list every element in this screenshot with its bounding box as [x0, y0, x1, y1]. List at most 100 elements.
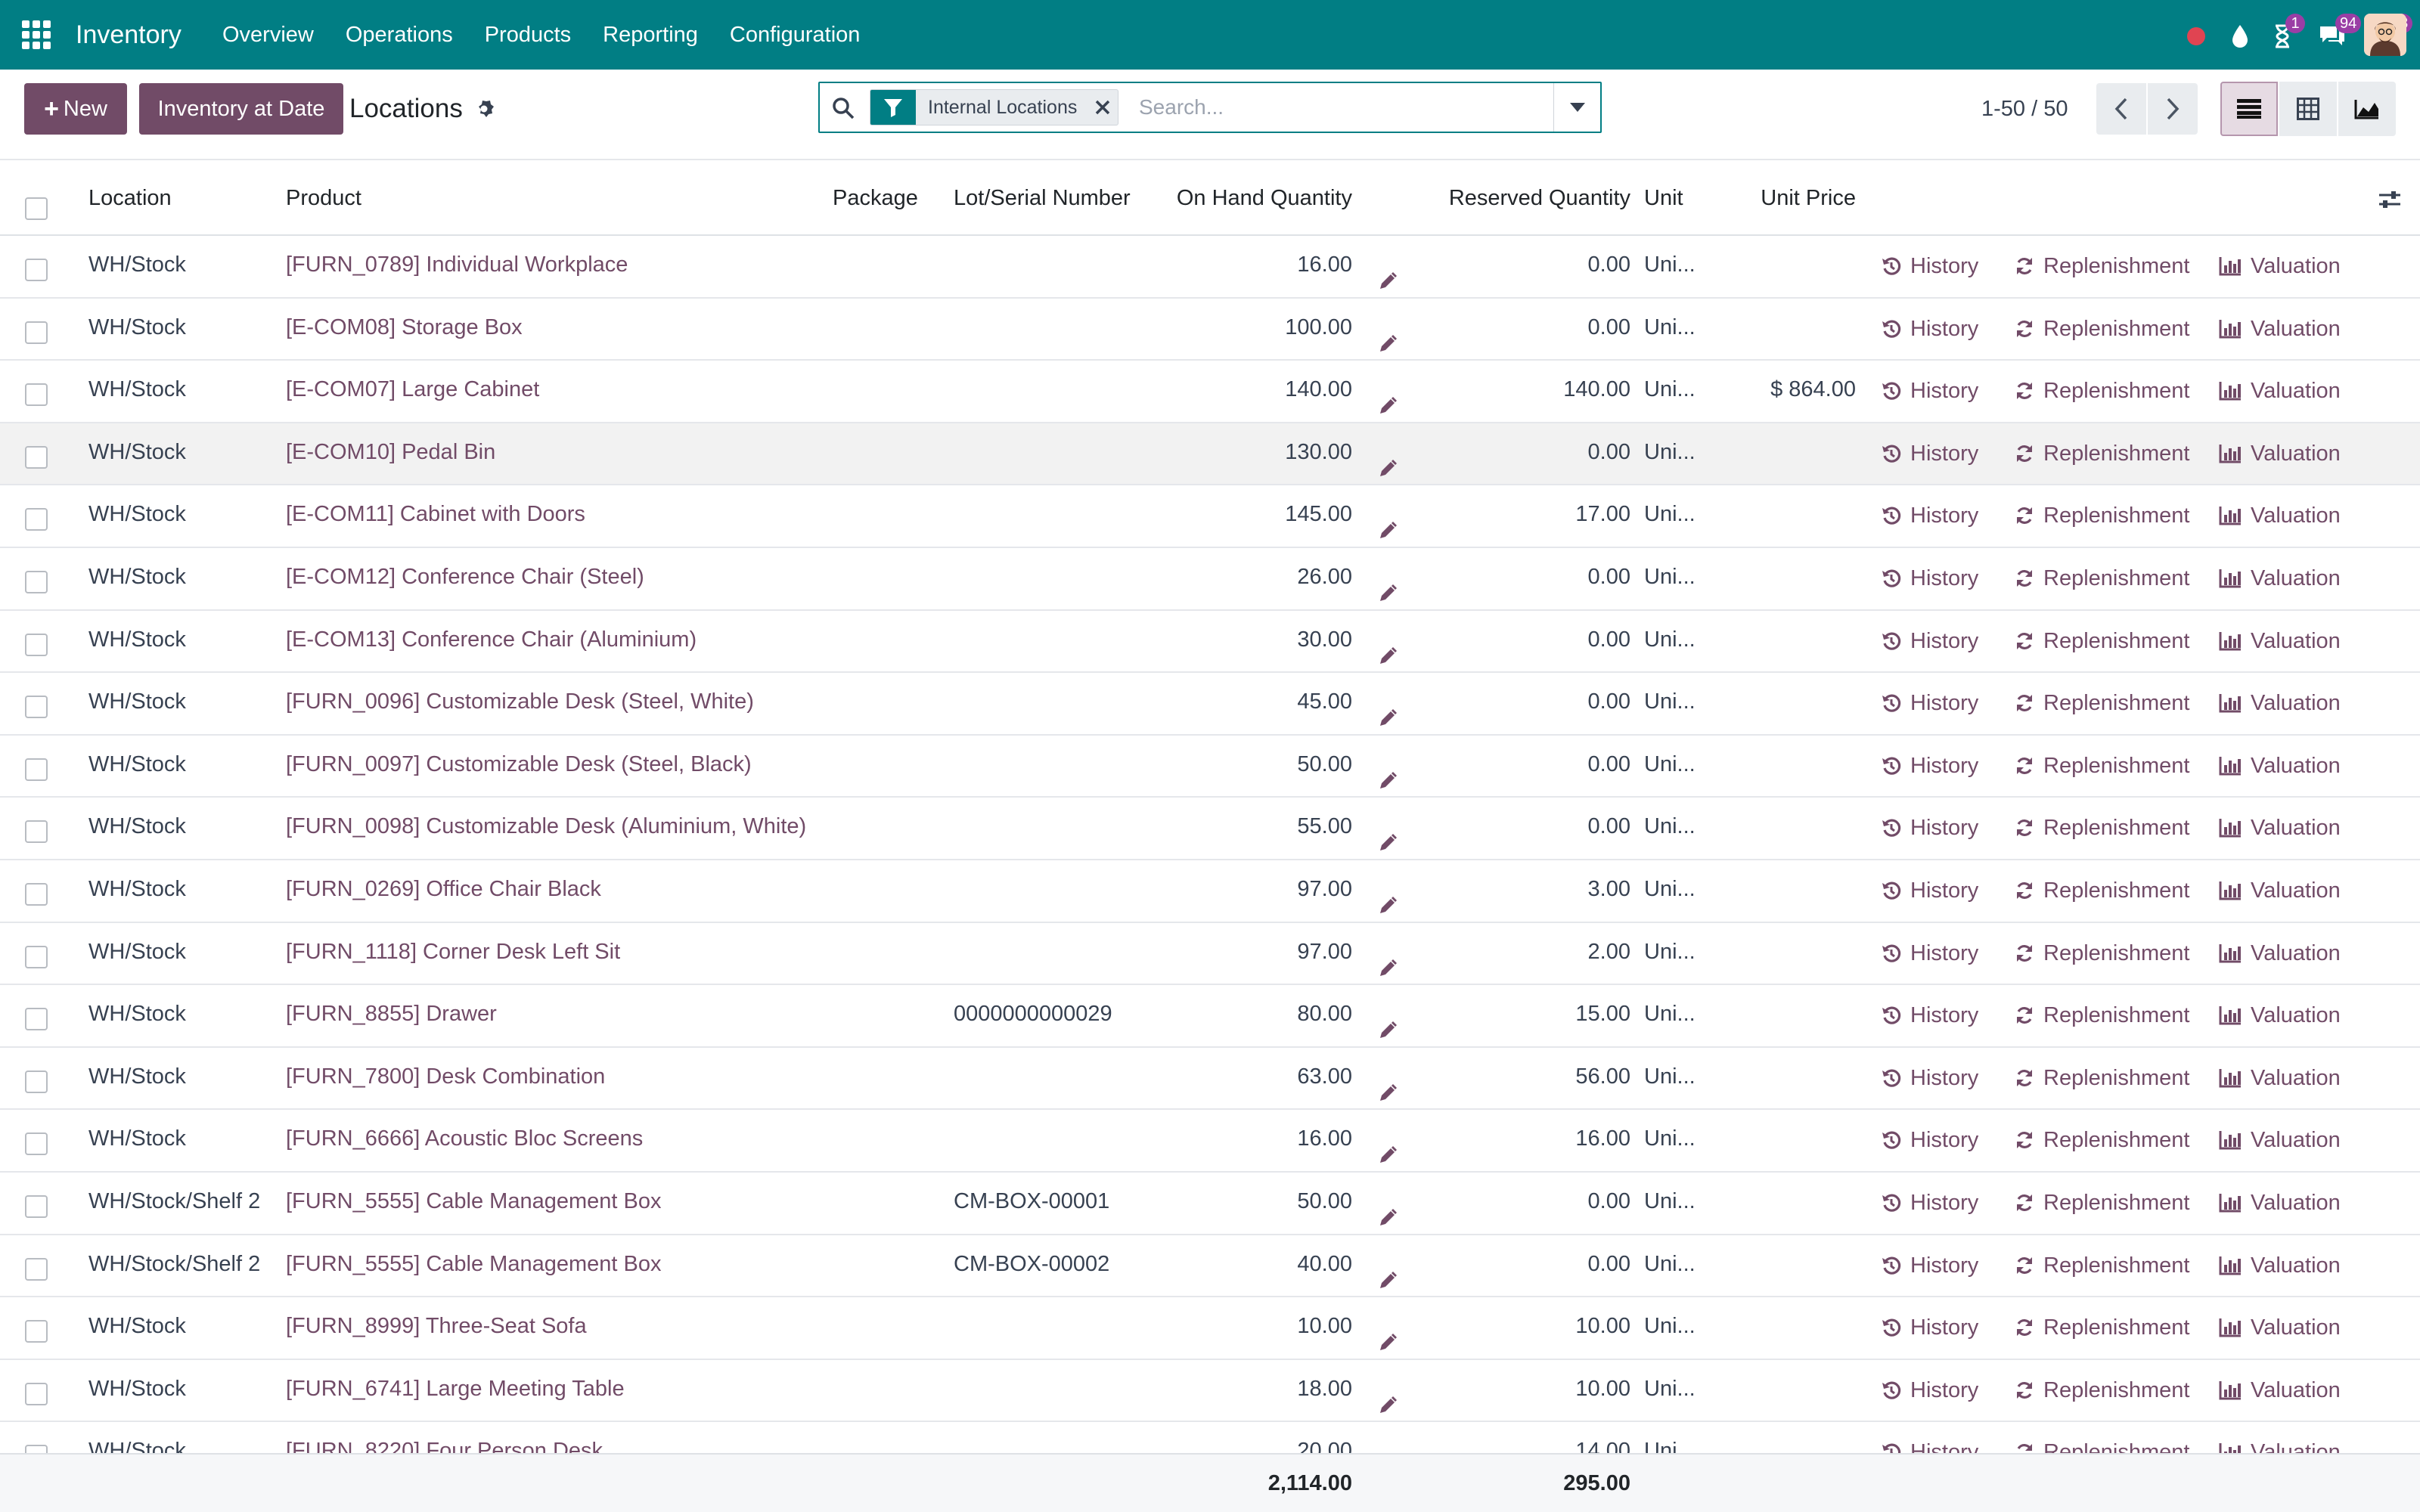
- row-checkbox[interactable]: [25, 758, 48, 781]
- replenishment-button[interactable]: Replenishment: [2015, 1422, 2189, 1453]
- recording-icon[interactable]: [2181, 21, 2211, 51]
- replenishment-button[interactable]: Replenishment: [2015, 423, 2189, 484]
- replenishment-button[interactable]: Replenishment: [2015, 548, 2189, 609]
- pivot-view-button[interactable]: [2279, 82, 2337, 136]
- row-checkbox[interactable]: [25, 696, 48, 719]
- table-row[interactable]: WH/Stock/Shelf 2 [FURN_5555] Cable Manag…: [0, 1235, 2420, 1298]
- column-header-unit-price[interactable]: Unit Price: [1761, 172, 1856, 224]
- history-button[interactable]: History: [1882, 1048, 1978, 1108]
- menu-item-overview[interactable]: Overview: [222, 17, 314, 53]
- cell-on-hand[interactable]: 50.00: [1297, 736, 1352, 793]
- history-button[interactable]: History: [1882, 860, 1978, 921]
- cell-on-hand[interactable]: 145.00: [1285, 485, 1352, 543]
- valuation-button[interactable]: Valuation: [2219, 798, 2341, 858]
- history-button[interactable]: History: [1882, 1173, 1978, 1233]
- valuation-button[interactable]: Valuation: [2219, 548, 2341, 609]
- cell-on-hand[interactable]: 40.00: [1297, 1235, 1352, 1293]
- table-row[interactable]: WH/Stock [FURN_7800] Desk Combination 63…: [0, 1048, 2420, 1111]
- cell-on-hand[interactable]: 30.00: [1297, 611, 1352, 668]
- cell-on-hand[interactable]: 16.00: [1297, 1110, 1352, 1167]
- table-row[interactable]: WH/Stock [FURN_0097] Customizable Desk (…: [0, 736, 2420, 798]
- cell-on-hand[interactable]: 20.00: [1297, 1422, 1352, 1453]
- cell-on-hand[interactable]: 18.00: [1297, 1360, 1352, 1418]
- row-checkbox[interactable]: [25, 820, 48, 844]
- row-checkbox[interactable]: [25, 1320, 48, 1343]
- valuation-button[interactable]: Valuation: [2219, 673, 2341, 733]
- apps-menu-icon[interactable]: [21, 20, 51, 50]
- history-button[interactable]: History: [1882, 299, 1978, 359]
- column-header-reserved[interactable]: Reserved Quantity: [1449, 172, 1630, 224]
- pager-value[interactable]: 1-50 / 50: [1981, 89, 2068, 129]
- valuation-button[interactable]: Valuation: [2219, 1422, 2341, 1453]
- cell-on-hand[interactable]: 63.00: [1297, 1048, 1352, 1105]
- row-checkbox[interactable]: [25, 883, 48, 906]
- cell-product[interactable]: [E-COM11] Cabinet with Doors: [286, 485, 585, 543]
- row-checkbox[interactable]: [25, 945, 48, 968]
- valuation-button[interactable]: Valuation: [2219, 1235, 2341, 1296]
- row-checkbox[interactable]: [25, 259, 48, 281]
- replenishment-button[interactable]: Replenishment: [2015, 1297, 2189, 1358]
- table-row[interactable]: WH/Stock [FURN_8220] Four Person Desk 20…: [0, 1422, 2420, 1453]
- history-button[interactable]: History: [1882, 798, 1978, 858]
- replenishment-button[interactable]: Replenishment: [2015, 1173, 2189, 1233]
- cell-on-hand[interactable]: 80.00: [1297, 985, 1352, 1043]
- gear-icon[interactable]: [473, 98, 495, 119]
- valuation-button[interactable]: Valuation: [2219, 985, 2341, 1046]
- row-checkbox[interactable]: [25, 1445, 48, 1453]
- history-button[interactable]: History: [1882, 923, 1978, 984]
- row-checkbox[interactable]: [25, 633, 48, 656]
- valuation-button[interactable]: Valuation: [2219, 236, 2341, 296]
- cell-on-hand[interactable]: 97.00: [1297, 860, 1352, 918]
- history-button[interactable]: History: [1882, 485, 1978, 546]
- column-header-on-hand[interactable]: On Hand Quantity: [1177, 172, 1352, 224]
- cell-on-hand[interactable]: 10.00: [1297, 1297, 1352, 1355]
- history-button[interactable]: History: [1882, 673, 1978, 733]
- cell-product[interactable]: [FURN_0096] Customizable Desk (Steel, Wh…: [286, 673, 754, 730]
- replenishment-button[interactable]: Replenishment: [2015, 1048, 2189, 1108]
- cell-product[interactable]: [FURN_8855] Drawer: [286, 985, 497, 1043]
- cell-product[interactable]: [FURN_6666] Acoustic Bloc Screens: [286, 1110, 643, 1167]
- history-button[interactable]: History: [1882, 423, 1978, 484]
- valuation-button[interactable]: Valuation: [2219, 923, 2341, 984]
- history-button[interactable]: History: [1882, 611, 1978, 671]
- history-button[interactable]: History: [1882, 236, 1978, 296]
- row-checkbox[interactable]: [25, 1070, 48, 1093]
- cell-product[interactable]: [E-COM13] Conference Chair (Aluminium): [286, 611, 697, 668]
- row-checkbox[interactable]: [25, 571, 48, 593]
- history-button[interactable]: History: [1882, 1360, 1978, 1421]
- valuation-button[interactable]: Valuation: [2219, 1048, 2341, 1108]
- cell-product[interactable]: [FURN_6741] Large Meeting Table: [286, 1360, 625, 1418]
- menu-item-products[interactable]: Products: [485, 17, 571, 53]
- cell-on-hand[interactable]: 97.00: [1297, 923, 1352, 981]
- table-row[interactable]: WH/Stock [FURN_0789] Individual Workplac…: [0, 236, 2420, 299]
- row-checkbox[interactable]: [25, 1382, 48, 1405]
- cell-product[interactable]: [FURN_8220] Four Person Desk: [286, 1422, 603, 1453]
- cell-product[interactable]: [FURN_7800] Desk Combination: [286, 1048, 605, 1105]
- cell-product[interactable]: [E-COM10] Pedal Bin: [286, 423, 495, 481]
- replenishment-button[interactable]: Replenishment: [2015, 236, 2189, 296]
- cell-product[interactable]: [E-COM12] Conference Chair (Steel): [286, 548, 644, 606]
- valuation-button[interactable]: Valuation: [2219, 860, 2341, 921]
- replenishment-button[interactable]: Replenishment: [2015, 673, 2189, 733]
- table-row[interactable]: WH/Stock [E-COM13] Conference Chair (Alu…: [0, 611, 2420, 674]
- cell-on-hand[interactable]: 130.00: [1285, 423, 1352, 481]
- pager-previous-button[interactable]: [2096, 83, 2146, 135]
- replenishment-button[interactable]: Replenishment: [2015, 736, 2189, 796]
- cell-product[interactable]: [E-COM08] Storage Box: [286, 299, 523, 356]
- cell-product[interactable]: [FURN_0789] Individual Workplace: [286, 236, 628, 293]
- table-row[interactable]: WH/Stock [FURN_0098] Customizable Desk (…: [0, 798, 2420, 860]
- table-row[interactable]: WH/Stock [FURN_8999] Three-Seat Sofa 10.…: [0, 1297, 2420, 1360]
- table-row[interactable]: WH/Stock [FURN_0096] Customizable Desk (…: [0, 673, 2420, 736]
- table-row[interactable]: WH/Stock [FURN_6666] Acoustic Bloc Scree…: [0, 1110, 2420, 1173]
- search-options-toggle[interactable]: [1553, 83, 1600, 132]
- replenishment-button[interactable]: Replenishment: [2015, 923, 2189, 984]
- cell-on-hand[interactable]: 140.00: [1285, 361, 1352, 418]
- replenishment-button[interactable]: Replenishment: [2015, 611, 2189, 671]
- cell-on-hand[interactable]: 55.00: [1297, 798, 1352, 855]
- valuation-button[interactable]: Valuation: [2219, 1110, 2341, 1170]
- row-checkbox[interactable]: [25, 383, 48, 407]
- valuation-button[interactable]: Valuation: [2219, 299, 2341, 359]
- history-button[interactable]: History: [1882, 1422, 1978, 1453]
- row-checkbox[interactable]: [25, 445, 48, 469]
- activity-hourglass-icon[interactable]: 1: [2267, 14, 2305, 51]
